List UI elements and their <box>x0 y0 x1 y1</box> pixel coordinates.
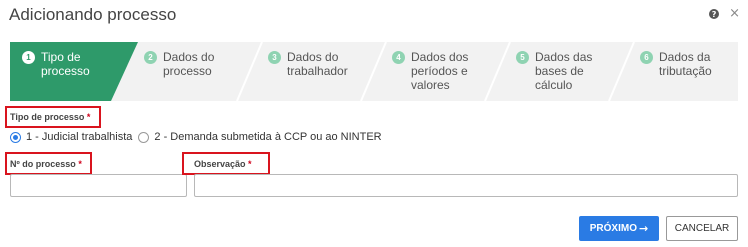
step-tipo-processo[interactable]: 1 Tipo de processo <box>22 50 105 78</box>
wizard-stepper: 1 Tipo de processo 2 Dados do processo 3… <box>10 42 738 101</box>
cancel-button-label: CANCELAR <box>674 223 730 234</box>
step-number: 4 <box>392 51 405 64</box>
required-mark: * <box>86 112 91 122</box>
stepper-background <box>10 42 738 101</box>
numero-processo-label-text: Nº do processo <box>10 159 76 169</box>
radio-button[interactable] <box>138 131 150 143</box>
observacao-label: Observação * <box>194 159 252 169</box>
required-mark: * <box>78 159 82 169</box>
help-icon[interactable]: ? <box>709 9 720 19</box>
header-icons: ? × <box>709 7 740 20</box>
next-button[interactable]: PRÓXIMO → <box>579 216 659 241</box>
step-number: 2 <box>144 51 157 64</box>
arrow-right-icon: → <box>639 222 649 235</box>
step-label: Dados das bases de cálculo <box>535 50 593 92</box>
step-number: 6 <box>640 51 653 64</box>
step-number: 3 <box>268 51 281 64</box>
observacao-label-text: Observação <box>194 159 246 169</box>
radio-option-judicial[interactable]: 1 - Judicial trabalhista <box>10 131 132 143</box>
required-mark: * <box>248 159 252 169</box>
step-dados-processo[interactable]: 2 Dados do processo <box>144 50 243 78</box>
numero-processo-input[interactable] <box>10 174 187 197</box>
step-label: Dados dos períodos e valores <box>411 50 469 92</box>
step-number: 5 <box>516 51 529 64</box>
numero-processo-label: Nº do processo * <box>10 159 82 169</box>
tipo-processo-radio-group: 1 - Judicial trabalhista 2 - Demanda sub… <box>10 131 388 143</box>
radio-button[interactable] <box>10 131 21 143</box>
step-dados-trabalhador[interactable]: 3 Dados do trabalhador <box>268 50 363 78</box>
step-dados-bases[interactable]: 5 Dados das bases de cálculo <box>516 50 603 92</box>
radio-option-ccp[interactable]: 2 - Demanda submetida à CCP ou ao NINTER <box>138 131 382 143</box>
close-icon[interactable]: × <box>729 7 740 20</box>
step-label: Dados do processo <box>163 50 215 78</box>
step-dados-periodos[interactable]: 4 Dados dos períodos e valores <box>392 50 481 92</box>
step-dados-tributacao[interactable]: 6 Dados da tributação <box>640 50 729 78</box>
step-label: Dados da tributação <box>659 50 712 78</box>
observacao-input[interactable] <box>194 174 738 197</box>
tipo-processo-label-text: Tipo de processo <box>10 112 85 122</box>
step-number: 1 <box>22 51 35 64</box>
step-label: Tipo de processo <box>41 50 90 78</box>
radio-label: 1 - Judicial trabalhista <box>26 131 133 143</box>
step-label: Dados do trabalhador <box>287 50 348 78</box>
radio-label: 2 - Demanda submetida à CCP ou ao NINTER <box>154 131 382 143</box>
next-button-label: PRÓXIMO <box>589 223 637 234</box>
cancel-button[interactable]: CANCELAR <box>666 216 738 241</box>
dialog-title: Adicionando processo <box>9 5 177 24</box>
tipo-processo-label: Tipo de processo * <box>10 112 90 122</box>
